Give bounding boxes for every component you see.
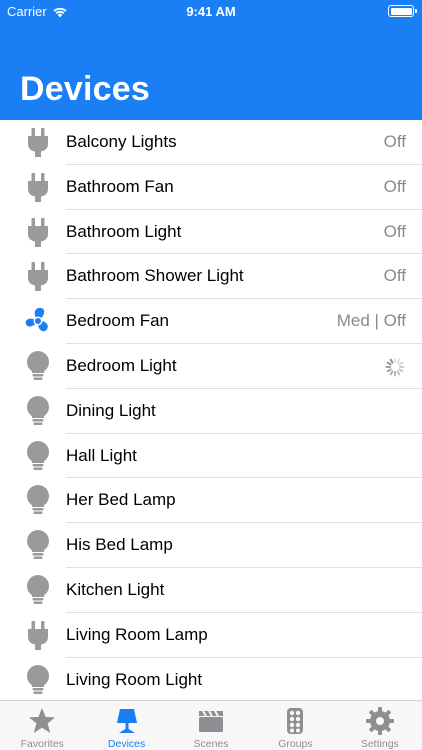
- device-row[interactable]: Balcony Lights Off: [0, 120, 422, 165]
- device-name: Kitchen Light: [66, 579, 165, 599]
- device-name: Her Bed Lamp: [66, 490, 176, 510]
- page-title: Devices: [20, 70, 150, 108]
- device-state[interactable]: Off: [384, 266, 406, 286]
- bulb-icon: [22, 395, 54, 427]
- star-icon: [27, 706, 57, 736]
- device-state[interactable]: Off: [384, 222, 406, 242]
- device-name: His Bed Lamp: [66, 535, 173, 555]
- tab-label: Settings: [360, 738, 399, 750]
- plug-icon: [22, 619, 54, 651]
- fan-icon: [22, 305, 54, 337]
- device-row[interactable]: Dining Light: [0, 389, 422, 434]
- device-name: Bathroom Light: [66, 221, 182, 241]
- device-name: Bathroom Fan: [66, 176, 174, 196]
- device-row[interactable]: Bedroom Fan Med | Off: [0, 299, 422, 344]
- bulb-icon: [22, 529, 54, 561]
- tab-settings[interactable]: Settings: [338, 701, 422, 750]
- clapperboard-icon: [196, 706, 226, 736]
- navigation-header: Carrier 9:41 AM Devices: [0, 0, 422, 120]
- device-name: Living Room Light: [66, 669, 203, 689]
- device-state[interactable]: Off: [384, 177, 406, 197]
- device-name: Hall Light: [66, 445, 137, 465]
- plug-icon: [22, 216, 54, 248]
- status-time: 9:41 AM: [186, 4, 236, 19]
- device-row[interactable]: Bathroom Fan Off: [0, 165, 422, 210]
- device-row[interactable]: Living Room Lamp: [0, 613, 422, 658]
- bulb-icon: [22, 574, 54, 606]
- device-row[interactable]: Her Bed Lamp: [0, 478, 422, 524]
- device-list: Balcony Lights Off Bathroom Fan Off Bath…: [0, 120, 422, 703]
- device-state[interactable]: Med | Off: [337, 311, 406, 331]
- bulb-icon: [22, 484, 54, 516]
- device-state[interactable]: Off: [384, 132, 406, 152]
- plug-icon: [22, 126, 54, 158]
- bulb-icon: [22, 350, 54, 382]
- tab-devices[interactable]: Devices: [84, 701, 168, 750]
- tab-label: Devices: [107, 738, 146, 750]
- device-name: Balcony Lights: [66, 132, 177, 151]
- device-row[interactable]: Living Room Light: [0, 658, 422, 703]
- device-row[interactable]: Bedroom Light: [0, 344, 422, 389]
- tab-label: Groups: [278, 738, 313, 750]
- device-row[interactable]: Bathroom Shower Light Off: [0, 254, 422, 300]
- device-row[interactable]: Bathroom Light Off: [0, 210, 422, 255]
- status-bar: Carrier 9:41 AM: [0, 0, 422, 22]
- device-name: Living Room Lamp: [66, 624, 208, 644]
- bulb-icon: [22, 440, 54, 472]
- device-name: Dining Light: [66, 400, 156, 420]
- lamp-icon: [112, 706, 142, 736]
- device-row[interactable]: Hall Light: [0, 434, 422, 479]
- tab-groups[interactable]: Groups: [253, 701, 337, 750]
- device-name: Bedroom Fan: [66, 311, 169, 331]
- plug-icon: [22, 260, 54, 292]
- device-row[interactable]: His Bed Lamp: [0, 523, 422, 568]
- battery-icon: [388, 5, 417, 17]
- groups-icon: [280, 706, 310, 736]
- plug-icon: [22, 171, 54, 203]
- gear-icon: [365, 706, 395, 736]
- device-name: Bathroom Shower Light: [66, 266, 244, 286]
- tab-label: Favorites: [20, 738, 64, 750]
- bulb-icon: [22, 664, 54, 696]
- tab-label: Scenes: [193, 738, 229, 750]
- tab-scenes[interactable]: Scenes: [169, 701, 253, 750]
- loading-spinner-icon: [384, 356, 406, 378]
- tab-bar: Favorites Devices Scenes Groups Settings: [0, 700, 422, 750]
- tab-favorites[interactable]: Favorites: [0, 701, 84, 750]
- device-row[interactable]: Kitchen Light: [0, 568, 422, 613]
- device-name: Bedroom Light: [66, 355, 177, 375]
